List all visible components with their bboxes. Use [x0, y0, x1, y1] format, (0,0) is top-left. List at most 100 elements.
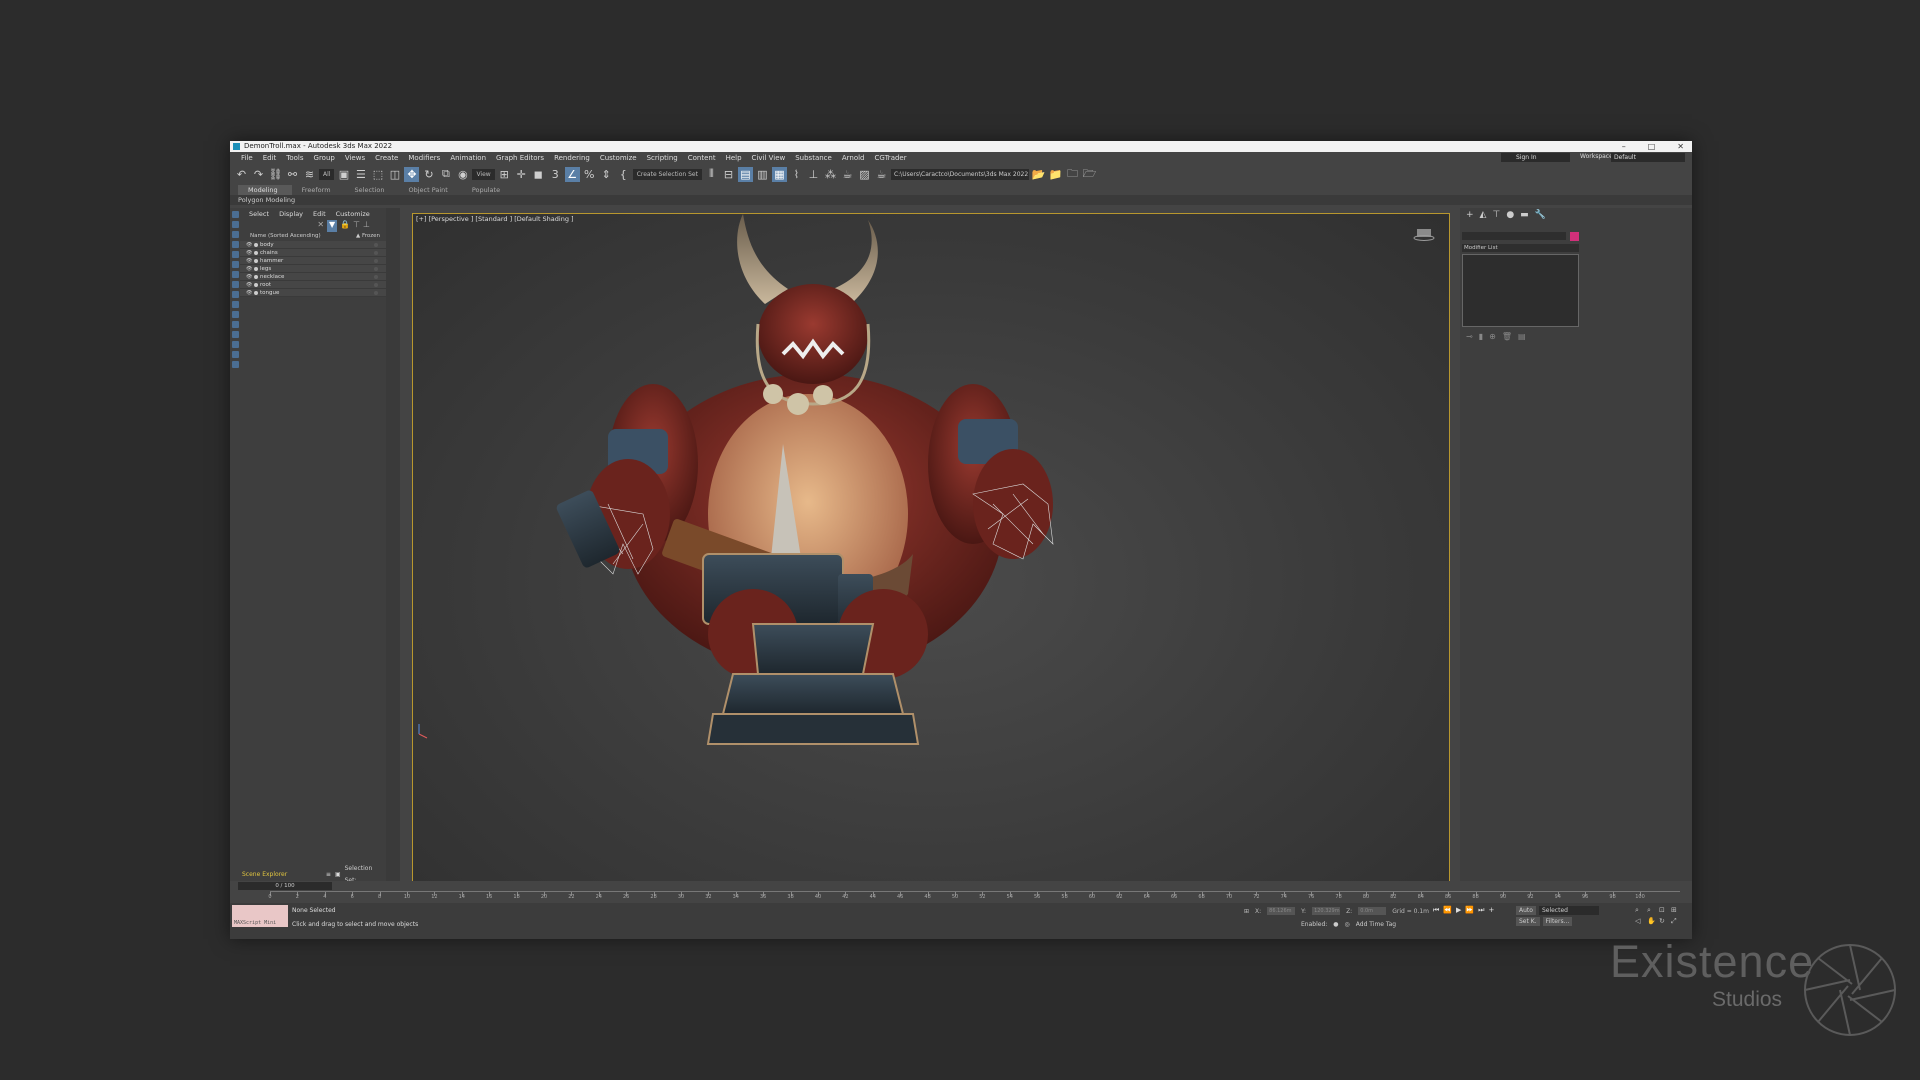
frozen-toggle-icon[interactable] [374, 259, 378, 263]
time-tag-icon[interactable]: ◎ [1345, 921, 1350, 928]
menu-rendering[interactable]: Rendering [549, 154, 595, 162]
menu-help[interactable]: Help [721, 154, 747, 162]
maximize-button[interactable]: □ [1648, 141, 1656, 152]
explorer-menu-edit[interactable]: Edit [308, 208, 331, 220]
display-frozen-icon[interactable] [231, 311, 239, 318]
column-name[interactable]: Name (Sorted Ascending) [250, 232, 321, 241]
menu-views[interactable]: Views [340, 154, 370, 162]
menu-modifiers[interactable]: Modifiers [403, 154, 445, 162]
play-icon[interactable]: ▶ [1456, 906, 1461, 915]
go-to-start-icon[interactable]: ⏮ [1433, 906, 1439, 915]
tab-object-paint[interactable]: Object Paint [399, 185, 462, 195]
visibility-eye-icon[interactable]: 👁 [246, 257, 252, 265]
y-field[interactable]: 120.329m [1312, 907, 1341, 915]
frozen-toggle-icon[interactable] [374, 243, 378, 247]
list-item[interactable]: 👁 hammer [240, 257, 386, 265]
z-field[interactable]: 0.0m [1358, 907, 1387, 915]
named-selection-set-dropdown[interactable]: Create Selection Set [632, 168, 702, 180]
link-icon[interactable]: ⛓ [268, 167, 283, 182]
x-field[interactable]: 86.126m [1267, 907, 1296, 915]
layer-sort-icon[interactable]: ⊥ [363, 220, 370, 232]
visibility-eye-icon[interactable]: 👁 [246, 265, 252, 273]
explorer-menu-customize[interactable]: Customize [331, 208, 375, 220]
display-none-icon[interactable] [231, 341, 239, 348]
menu-arnold[interactable]: Arnold [837, 154, 870, 162]
fov-icon[interactable]: ◁ [1635, 917, 1645, 926]
make-unique-icon[interactable]: ⊕ [1489, 332, 1496, 341]
list-item[interactable]: 👁 root [240, 281, 386, 289]
enabled-toggle[interactable]: ● [1333, 921, 1338, 928]
motion-tab-icon[interactable]: ● [1506, 210, 1514, 220]
scene-explorer-icon[interactable]: ▤ [737, 166, 753, 182]
tab-freeform[interactable]: Freeform [292, 185, 345, 195]
clear-search-icon[interactable]: ✕ [317, 220, 324, 232]
menu-file[interactable]: File [236, 154, 258, 162]
edit-named-sets-icon[interactable]: { [616, 167, 631, 182]
next-frame-icon[interactable]: ⏩ [1465, 906, 1474, 915]
utilities-tab-icon[interactable]: 🔧 [1535, 210, 1546, 220]
align-icon[interactable]: ⊟ [721, 167, 736, 182]
list-item[interactable]: 👁 legs [240, 265, 386, 273]
tab-populate[interactable]: Populate [462, 185, 514, 195]
frozen-toggle-icon[interactable] [374, 275, 378, 279]
column-frozen[interactable]: ▲ Frozen [356, 232, 380, 241]
layer-explorer-icon[interactable]: ▥ [755, 167, 770, 182]
move-icon[interactable]: ✥ [404, 166, 420, 182]
add-time-tag[interactable]: Add Time Tag [1356, 921, 1396, 928]
minimize-button[interactable]: – [1622, 141, 1626, 152]
rendered-frame-icon[interactable]: ▨ [857, 167, 872, 182]
select-object-icon[interactable]: ▣ [336, 167, 351, 182]
menu-edit[interactable]: Edit [258, 154, 282, 162]
auto-key-button[interactable]: Auto [1516, 906, 1536, 915]
menu-content[interactable]: Content [683, 154, 721, 162]
perspective-viewport[interactable]: [+] [Perspective ] [Standard ] [Default … [412, 213, 1450, 882]
project-path-dropdown[interactable]: C:\Users\Caractco\Documents\3ds Max 2022 [890, 168, 1029, 180]
save-folder-icon[interactable]: 📁 [1048, 167, 1063, 182]
hierarchy-tab-icon[interactable]: ⊤ [1492, 210, 1500, 220]
render-dot-icon[interactable] [254, 275, 258, 279]
hierarchy-icon[interactable]: ⊤ [353, 220, 360, 232]
display-shapes-icon[interactable] [231, 221, 239, 228]
scene-explorer-dropdown[interactable]: Scene Explorer [242, 869, 322, 882]
zoom-icon[interactable]: ⌕ [1635, 906, 1645, 915]
go-to-end-icon[interactable]: ⏭ [1478, 906, 1484, 915]
render-dot-icon[interactable] [254, 291, 258, 295]
object-color-swatch[interactable] [1570, 232, 1579, 241]
material-editor-icon[interactable]: ⁂ [823, 167, 838, 182]
visibility-eye-icon[interactable]: 👁 [246, 289, 252, 297]
display-groups-icon[interactable] [231, 271, 239, 278]
pivot-icon[interactable]: ⊞ [497, 167, 512, 182]
zoom-all-icon[interactable]: ⌕ [1647, 906, 1657, 915]
project-folder-icon[interactable]: 🗀 [1065, 167, 1080, 182]
display-bones-icon[interactable] [231, 291, 239, 298]
rotate-icon[interactable]: ↻ [421, 167, 436, 182]
percent-snap-icon[interactable]: % [582, 167, 597, 182]
open-folder-icon[interactable]: 📂 [1031, 167, 1046, 182]
menu-cgtrader[interactable]: CGTrader [870, 154, 912, 162]
demon-troll-model[interactable] [413, 214, 1450, 882]
frozen-toggle-icon[interactable] [374, 291, 378, 295]
menu-animation[interactable]: Animation [445, 154, 491, 162]
display-geometry-icon[interactable] [231, 211, 239, 218]
visibility-eye-icon[interactable]: 👁 [246, 241, 252, 249]
display-spacewarps-icon[interactable] [231, 261, 239, 268]
time-slider-handle[interactable]: 0 / 100 [238, 882, 332, 890]
filter-icon[interactable] [231, 361, 239, 368]
frozen-toggle-icon[interactable] [374, 283, 378, 287]
keyboard-shortcut-icon[interactable]: ◼ [531, 167, 546, 182]
menu-civil-view[interactable]: Civil View [747, 154, 791, 162]
snaps-toggle-icon[interactable]: 3 [548, 167, 563, 182]
display-hidden-icon[interactable] [231, 321, 239, 328]
curve-editor-icon[interactable]: ⌇ [789, 167, 804, 182]
create-tab-icon[interactable]: + [1466, 210, 1474, 220]
spinner-snap-icon[interactable]: ⇕ [599, 167, 614, 182]
ribbon-toggle-icon[interactable]: ▦ [771, 166, 787, 182]
workspace-select[interactable]: Default [1611, 153, 1685, 162]
render-dot-icon[interactable] [254, 267, 258, 271]
maximize-viewport-icon[interactable]: ⤢ [1671, 917, 1681, 926]
visibility-eye-icon[interactable]: 👁 [246, 273, 252, 281]
display-containers-icon[interactable] [231, 301, 239, 308]
selection-filter-dropdown[interactable]: All [319, 168, 335, 180]
close-button[interactable]: ✕ [1677, 141, 1684, 152]
layers-icon[interactable]: ≡ [326, 869, 331, 881]
